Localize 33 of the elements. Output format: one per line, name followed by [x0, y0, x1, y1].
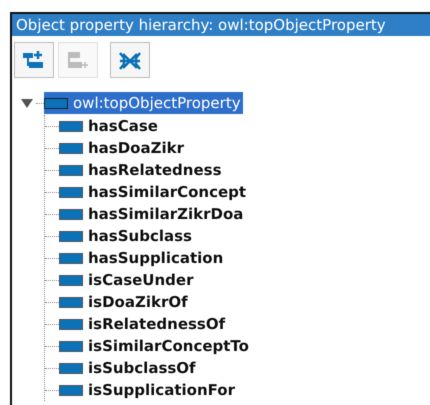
property-icon [59, 142, 83, 154]
tree-item[interactable]: hasSubclass [45, 225, 430, 247]
property-icon [59, 384, 83, 396]
tree-item[interactable]: hasSimilarConcept [45, 181, 430, 203]
tree-item[interactable]: hasDoaZikr [45, 137, 430, 159]
property-icon [59, 186, 83, 198]
property-icon [59, 230, 83, 242]
property-icon [59, 274, 83, 286]
property-icon [59, 120, 83, 132]
tree-item[interactable]: hasRelatedness [45, 159, 430, 181]
tree-item[interactable]: isSubclassOf [45, 357, 430, 379]
tree-item[interactable]: isCaseUnder [45, 269, 430, 291]
property-icon [59, 252, 83, 264]
tree-item[interactable]: isSupplicationFor [45, 379, 430, 401]
panel-title: Object property hierarchy: owl:topObjectProperty [12, 14, 430, 36]
property-icon [59, 340, 83, 352]
property-icon [59, 164, 83, 176]
tree-item[interactable]: hasSupplication [45, 247, 430, 269]
sibling-add-icon [65, 49, 91, 71]
tree-item[interactable]: isRelatednessOf [45, 313, 430, 335]
property-icon [59, 318, 83, 330]
property-icon [59, 362, 83, 374]
toolbar-button[interactable] [14, 42, 54, 78]
tree-item[interactable]: isDoaZikrOf [45, 291, 430, 313]
tree-item[interactable]: hasSimilarZikrDoa [45, 203, 430, 225]
property-icon [59, 296, 83, 308]
tree-item[interactable]: owl:topObjectProperty [44, 92, 243, 114]
property-icon [59, 208, 83, 220]
expand-toggle-icon[interactable] [20, 96, 34, 110]
property-icon [44, 98, 68, 108]
tree-item[interactable]: isSimilarConceptTo [45, 335, 430, 357]
tree-item[interactable]: hasCase [45, 115, 430, 137]
toolbar-button[interactable] [110, 42, 150, 78]
